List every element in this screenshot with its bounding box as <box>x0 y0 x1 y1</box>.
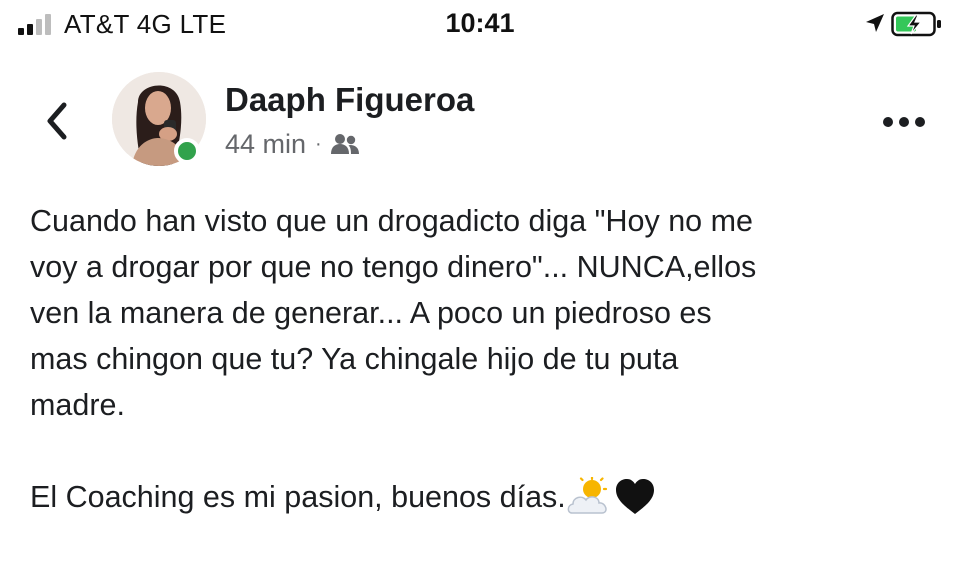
more-options-button[interactable] <box>876 104 932 140</box>
online-status-indicator <box>174 138 200 164</box>
more-horizontal-icon <box>883 117 925 127</box>
author-name[interactable]: Daaph Figueroa <box>225 80 474 120</box>
black-heart-emoji <box>615 479 654 514</box>
location-arrow-icon <box>866 14 884 32</box>
post-time[interactable]: 44 min <box>225 129 306 160</box>
status-time: 10:41 <box>445 8 515 38</box>
post-paragraph: Cuando han visto que un drogadicto diga … <box>30 204 757 422</box>
post-text: Cuando han visto que un drogadicto diga … <box>30 198 950 520</box>
friends-icon[interactable] <box>330 132 360 156</box>
post-paragraph: El Coaching es mi pasion, buenos días. <box>30 474 950 520</box>
post-meta: 44 min · <box>225 126 360 162</box>
post-paragraph-text: El Coaching es mi pasion, buenos días. <box>30 480 566 514</box>
signal-icon <box>18 14 51 35</box>
battery-charging-icon <box>891 11 941 37</box>
status-bar: AT&T 4G LTE 10:41 <box>0 0 960 48</box>
carrier-label: AT&T 4G LTE <box>64 9 227 39</box>
back-button[interactable] <box>36 96 76 146</box>
meta-separator: · <box>315 132 322 155</box>
chevron-left-icon <box>47 102 67 140</box>
sun-behind-cloud-emoji <box>567 477 607 514</box>
